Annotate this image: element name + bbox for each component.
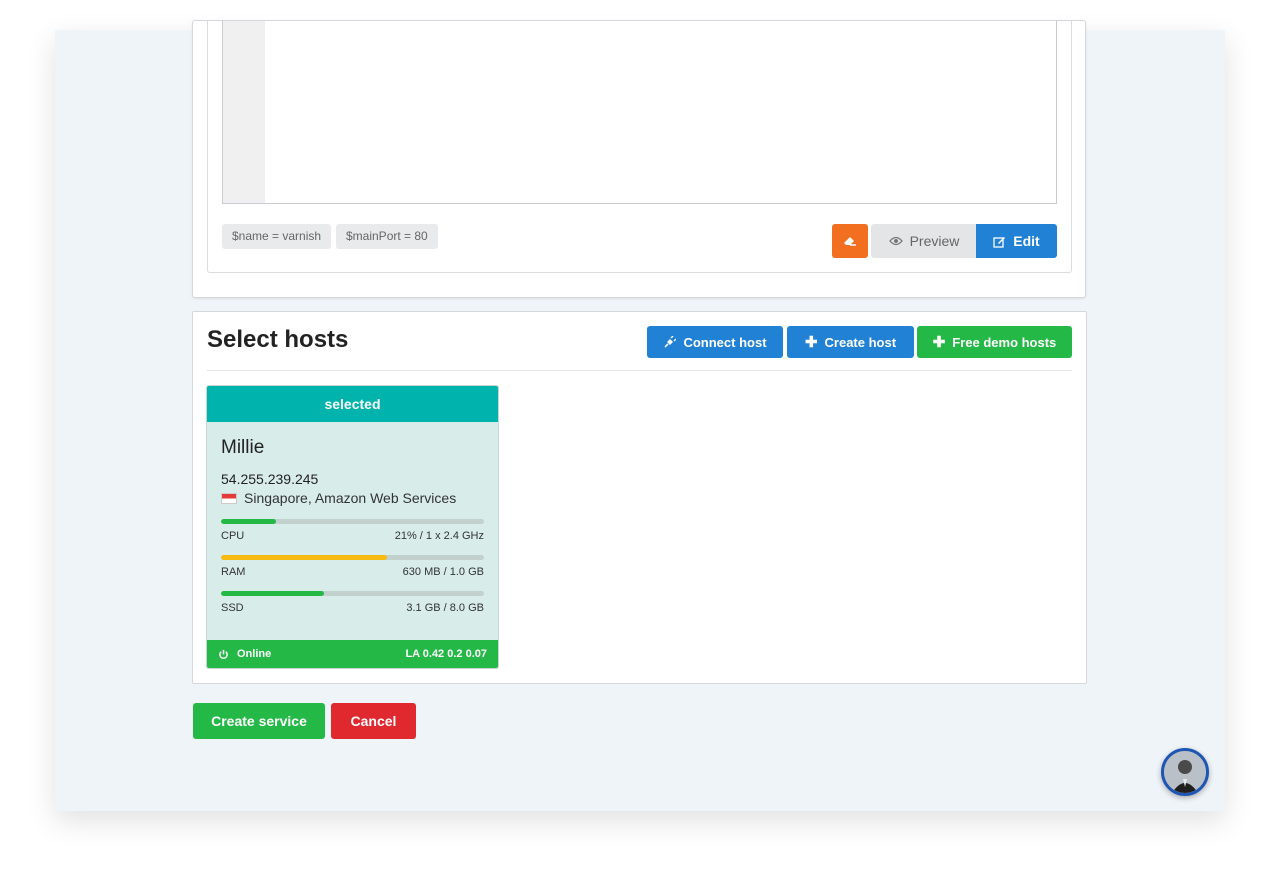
- host-location: Singapore, Amazon Web Services: [221, 490, 456, 506]
- preview-button[interactable]: Preview: [871, 224, 977, 258]
- plus-icon: ✚: [804, 333, 818, 351]
- load-average: LA 0.42 0.2 0.07: [405, 648, 487, 660]
- power-icon: [219, 649, 228, 659]
- plug-icon: [664, 335, 677, 348]
- support-chat-avatar[interactable]: [1161, 748, 1209, 796]
- host-status-bar: Online LA 0.42 0.2 0.07: [207, 640, 498, 668]
- connect-host-label: Connect host: [683, 334, 767, 350]
- ram-bar: [221, 555, 484, 560]
- hosts-title: Select hosts: [207, 326, 349, 353]
- cpu-meter: CPU 21% / 1 x 2.4 GHz: [221, 519, 484, 542]
- host-location-text: Singapore, Amazon Web Services: [244, 490, 457, 506]
- eraser-icon: [844, 237, 856, 246]
- ram-bar-fill: [221, 555, 387, 560]
- host-card-millie[interactable]: selected Millie 54.255.239.245 Singapore…: [206, 385, 499, 669]
- singapore-flag-icon: [221, 492, 237, 504]
- ram-value: 630 MB / 1.0 GB: [402, 566, 484, 578]
- app-window: $name = varnish $mainPort = 80 Preview E…: [55, 20, 1225, 811]
- code-editor[interactable]: [222, 21, 1057, 204]
- host-ip: 54.255.239.245: [221, 471, 319, 487]
- edit-button[interactable]: Edit: [976, 224, 1057, 258]
- ram-meter: RAM 630 MB / 1.0 GB: [221, 555, 484, 578]
- ssd-value: 3.1 GB / 8.0 GB: [406, 602, 484, 614]
- ssd-label: SSD: [221, 602, 244, 614]
- clear-button[interactable]: [832, 224, 868, 258]
- cpu-label: CPU: [221, 530, 245, 542]
- create-host-button[interactable]: ✚ Create host: [787, 326, 914, 358]
- create-host-label: Create host: [824, 334, 897, 350]
- divider: [207, 370, 1072, 371]
- variable-tag-main-port[interactable]: $mainPort = 80: [336, 224, 438, 249]
- select-hosts-panel: Select hosts Connect host ✚ Create host …: [192, 311, 1087, 684]
- editor-container: $name = varnish $mainPort = 80 Preview E…: [207, 21, 1072, 273]
- cancel-button[interactable]: Cancel: [331, 703, 416, 739]
- cpu-value: 21% / 1 x 2.4 GHz: [394, 530, 484, 542]
- selected-badge: selected: [207, 386, 498, 422]
- edit-label: Edit: [1013, 233, 1040, 249]
- person-avatar-icon: [1164, 751, 1206, 793]
- ssd-meter: SSD 3.1 GB / 8.0 GB: [221, 591, 484, 614]
- cpu-bar: [221, 519, 484, 524]
- template-editor-panel: $name = varnish $mainPort = 80 Preview E…: [192, 20, 1086, 298]
- ram-label: RAM: [221, 566, 246, 578]
- preview-label: Preview: [909, 233, 960, 249]
- host-name: Millie: [221, 437, 265, 458]
- free-demo-hosts-button[interactable]: ✚ Free demo hosts: [917, 326, 1072, 358]
- ssd-bar: [221, 591, 484, 596]
- connect-host-button[interactable]: Connect host: [647, 326, 783, 358]
- edit-icon: [993, 236, 1006, 248]
- cpu-bar-fill: [221, 519, 277, 524]
- ssd-bar-fill: [221, 591, 324, 596]
- plus-icon: ✚: [932, 333, 946, 351]
- free-demo-hosts-label: Free demo hosts: [952, 334, 1057, 350]
- variable-tag-name[interactable]: $name = varnish: [222, 224, 332, 249]
- host-status: Online: [237, 648, 272, 660]
- create-service-button[interactable]: Create service: [193, 703, 325, 739]
- eye-icon: [888, 236, 903, 246]
- line-number-gutter: [223, 21, 265, 203]
